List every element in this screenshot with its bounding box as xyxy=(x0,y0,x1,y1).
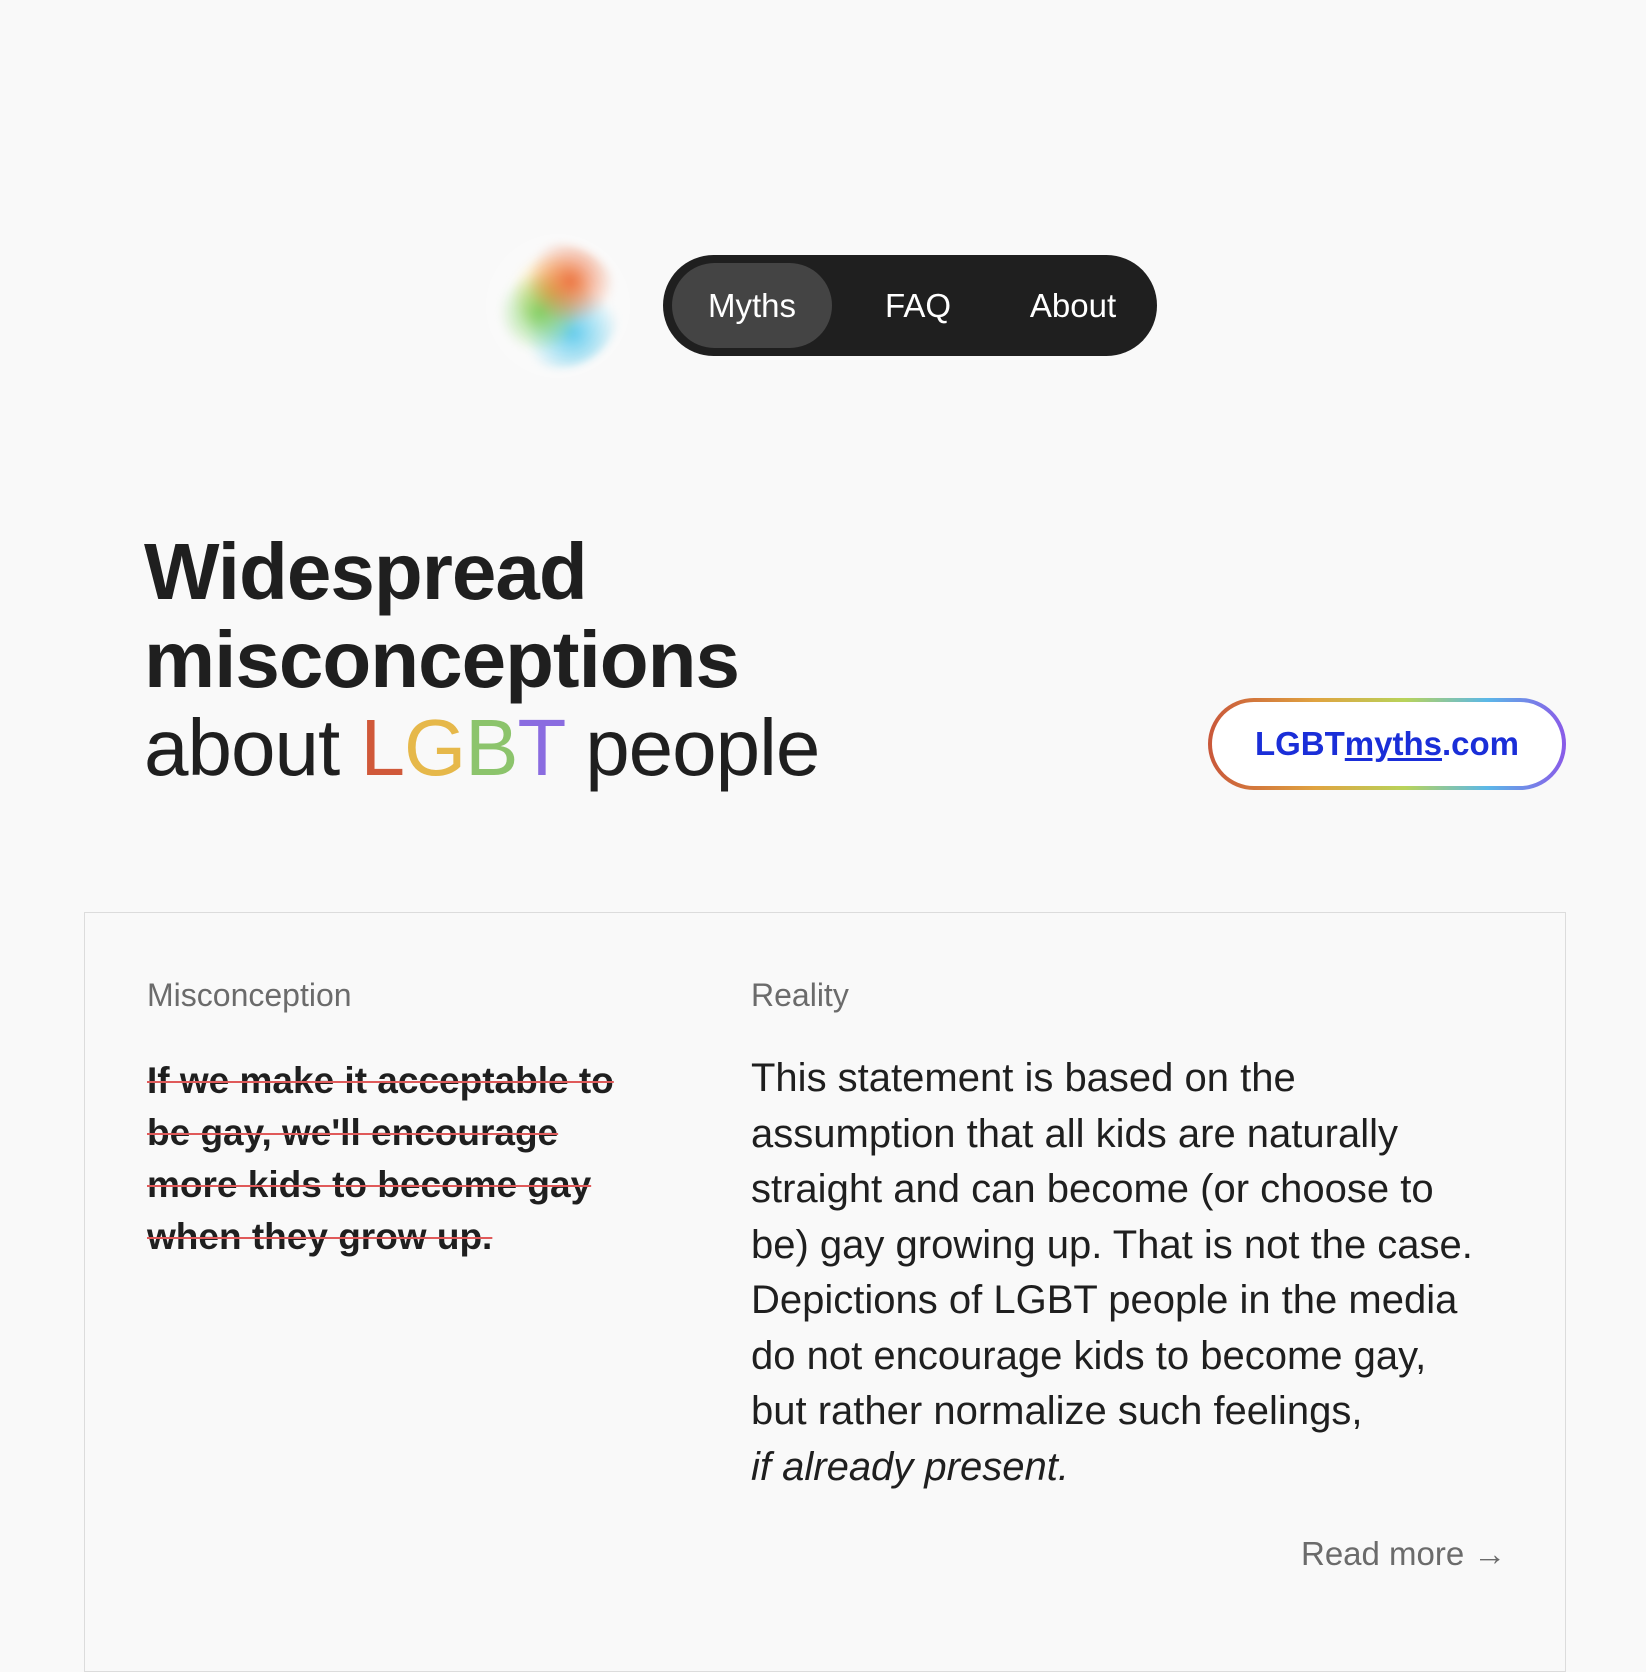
site-link-prefix: LGBT xyxy=(1254,725,1345,762)
title-line-2: misconceptions xyxy=(144,615,740,704)
reality-statement: This statement is based on the assumptio… xyxy=(751,1051,1491,1495)
rainbow-orb-icon[interactable] xyxy=(496,244,620,368)
page-title: Widespread misconceptions about LGBT peo… xyxy=(144,528,1044,792)
reality-label: Reality xyxy=(751,977,849,1013)
title-about: about xyxy=(144,703,340,792)
site-link-text[interactable]: LGBTmyths.com xyxy=(1212,702,1562,786)
nav-item-about[interactable]: About xyxy=(998,263,1148,348)
reality-emphasis: if already present. xyxy=(751,1444,1069,1489)
reality-body: This statement is based on the assumptio… xyxy=(751,1056,1473,1433)
lgbt-rainbow-word: LGBT xyxy=(360,703,565,792)
title-people: people xyxy=(585,703,820,792)
site-link-suffix: .com xyxy=(1442,725,1520,762)
site-link-middle: myths xyxy=(1344,725,1442,762)
lgbt-letter-g: G xyxy=(403,703,466,792)
title-line-3: about LGBT people xyxy=(144,704,1044,792)
main-nav: Myths FAQ About xyxy=(663,255,1157,356)
nav-item-faq[interactable]: FAQ xyxy=(848,263,988,348)
site-link-badge[interactable]: LGBTmyths.com xyxy=(1208,698,1566,790)
myth-card: Misconception Reality If we make it acce… xyxy=(84,912,1566,1672)
nav-item-myths[interactable]: Myths xyxy=(672,263,832,348)
lgbt-letter-l: L xyxy=(360,703,404,792)
myth-statement: If we make it acceptable to be gay, we'l… xyxy=(147,1060,614,1257)
lgbt-letter-b: B xyxy=(465,703,518,792)
misconception-label: Misconception xyxy=(147,977,352,1013)
read-more-link[interactable]: Read more → xyxy=(1301,1535,1506,1573)
lgbt-letter-t: T xyxy=(517,703,565,792)
title-line-1: Widespread xyxy=(144,527,588,616)
